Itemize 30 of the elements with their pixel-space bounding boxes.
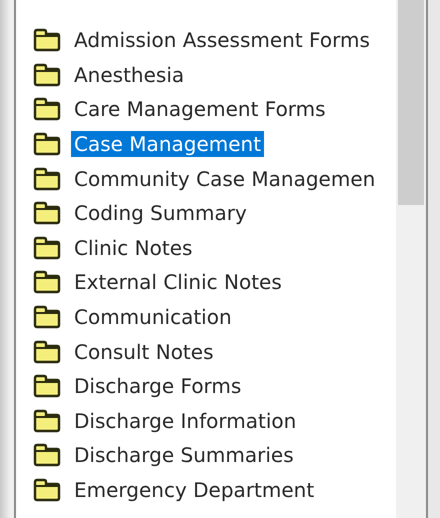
- folder-item[interactable]: Emergency Department: [71, 477, 318, 504]
- folder-icon: [33, 270, 61, 294]
- folder-icon: [33, 132, 61, 156]
- folder-item[interactable]: Case Management: [71, 131, 264, 158]
- folder-item[interactable]: Anesthesia: [71, 62, 188, 88]
- scrollbar[interactable]: [396, 0, 426, 518]
- folder-item[interactable]: External Clinic Notes: [71, 269, 285, 296]
- folder-icon: [33, 374, 61, 398]
- folder-item[interactable]: Admission Assessment Forms: [71, 27, 373, 54]
- folder-item[interactable]: Coding Summary: [71, 200, 250, 226]
- folder-item[interactable]: Consult Notes: [71, 338, 216, 365]
- folder-icon: [33, 236, 61, 260]
- folder-icon: [33, 340, 61, 364]
- folder-item[interactable]: Communication: [71, 304, 235, 330]
- folder-icon: [33, 408, 61, 433]
- folder-item[interactable]: Discharge Forms: [71, 373, 244, 400]
- folder-icon: [33, 305, 61, 330]
- folder-icon: [33, 201, 61, 226]
- folder-icon: [33, 28, 61, 52]
- folder-icon: [33, 478, 61, 502]
- folder-item[interactable]: Care Management Forms: [71, 96, 329, 122]
- folder-item[interactable]: Discharge Information: [71, 408, 300, 434]
- folder-item[interactable]: Discharge Summaries: [71, 442, 297, 468]
- folder-item[interactable]: Community Case Managemen: [71, 166, 378, 192]
- folder-icon: [33, 443, 61, 468]
- folder-icon: [33, 62, 61, 87]
- folder-item[interactable]: Clinic Notes: [71, 234, 196, 261]
- folder-icon: [33, 166, 61, 191]
- folder-icon: [33, 97, 61, 122]
- scrollbar-thumb[interactable]: [398, 0, 424, 205]
